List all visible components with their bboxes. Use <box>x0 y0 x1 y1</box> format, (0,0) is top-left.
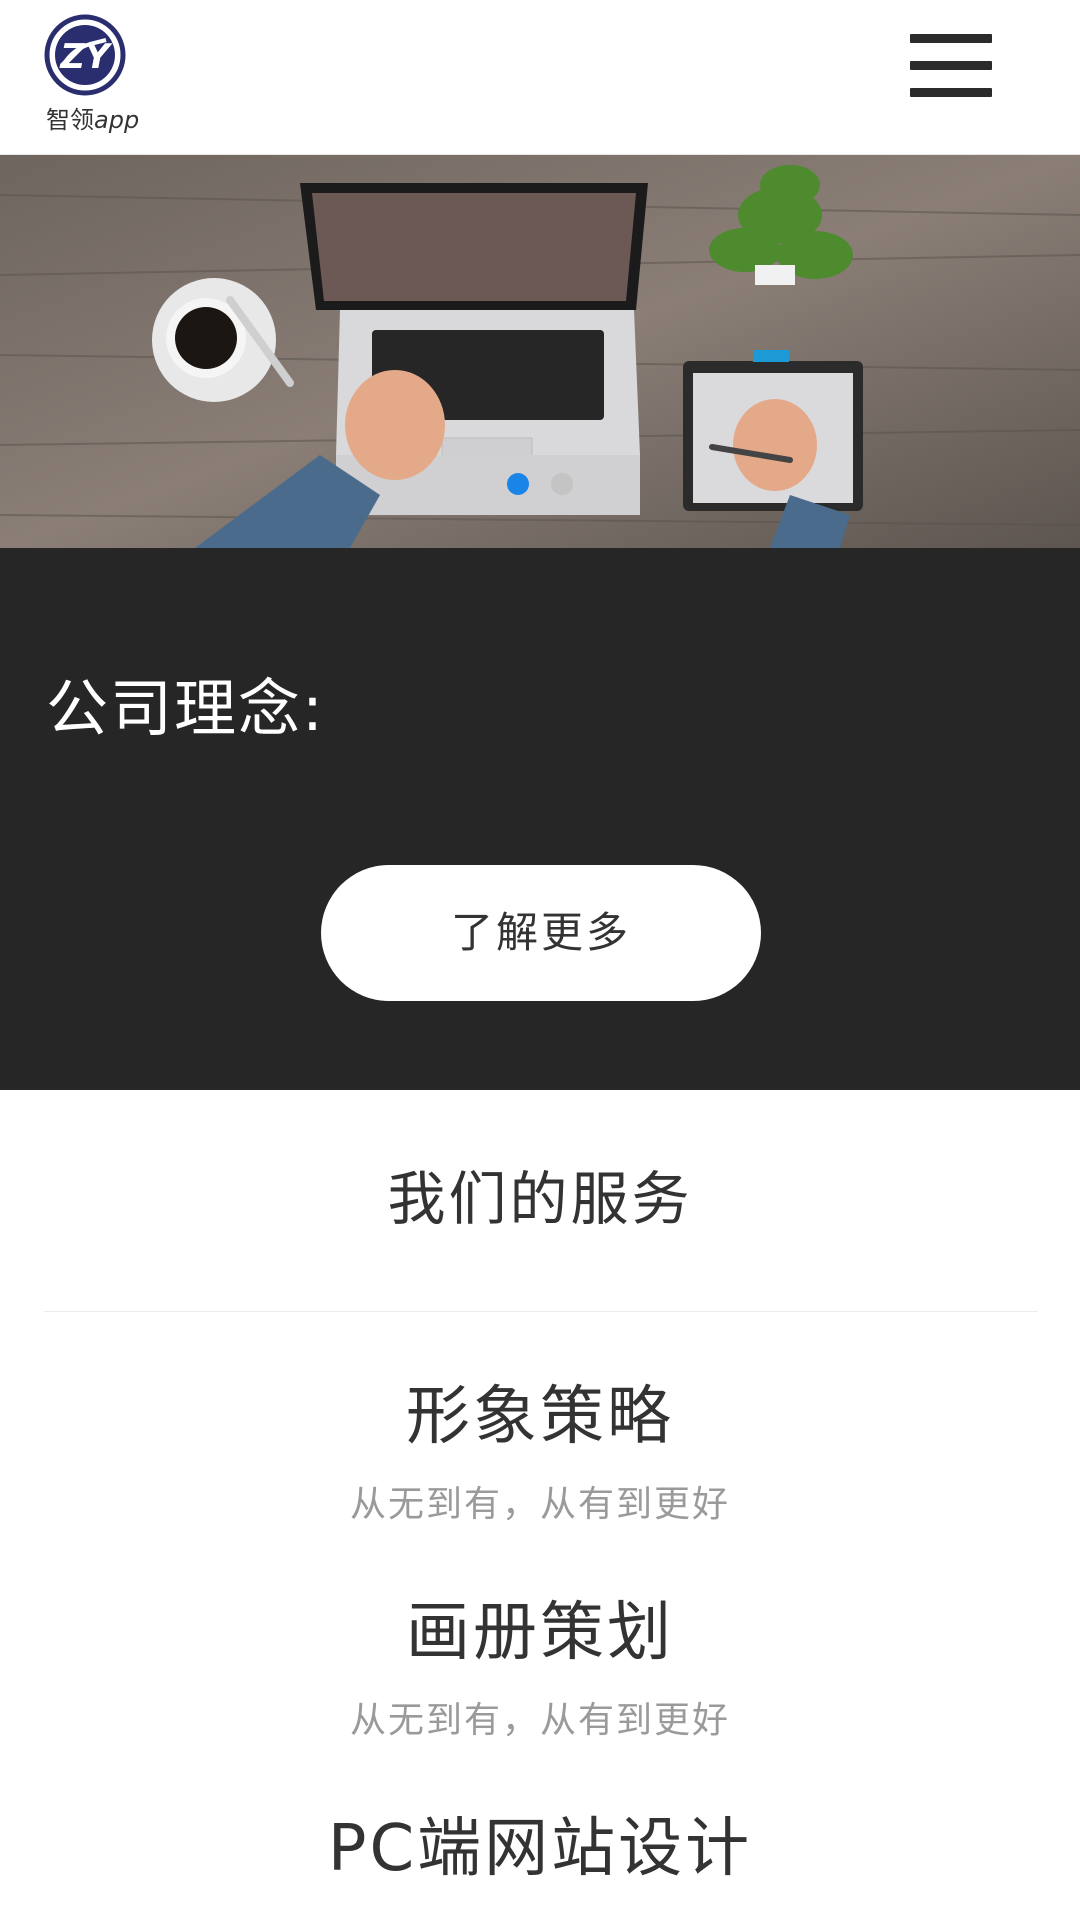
logo-text: 智领app <box>46 100 139 135</box>
learn-more-button[interactable]: 了解更多 <box>321 865 761 1001</box>
service-desc: 从无到有，从有到更好 <box>349 1700 730 1741</box>
menu-line <box>910 34 992 43</box>
service-item-pc-web-design[interactable]: PC端网站设计 <box>0 1809 1080 1889</box>
hero-banner[interactable] <box>0 155 1080 548</box>
service-name: 形象策略 <box>406 1380 674 1454</box>
services-title: 我们的服务 <box>387 1165 693 1233</box>
services-section: 我们的服务 形象策略 从无到有，从有到更好 画册策划 从无到有，从有到更好 PC… <box>0 1090 1080 1921</box>
menu-line <box>910 88 992 97</box>
service-desc: 从无到有，从有到更好 <box>349 1484 730 1525</box>
banner-photo <box>0 155 1080 548</box>
logo[interactable]: ZY 智领app <box>42 14 139 134</box>
divider <box>44 1311 1038 1312</box>
logo-text-cn: 智领 <box>46 106 94 134</box>
hamburger-menu-icon[interactable] <box>908 30 994 102</box>
carousel-dot-2[interactable] <box>551 473 573 495</box>
service-name: PC端网站设计 <box>327 1812 753 1886</box>
menu-line <box>910 61 992 70</box>
carousel-dot-1[interactable] <box>507 473 529 495</box>
site-header: ZY 智领app <box>0 0 1080 155</box>
logo-mark-text: ZY <box>59 37 113 77</box>
service-item-brochure-planning[interactable]: 画册策划 从无到有，从有到更好 <box>0 1593 1080 1743</box>
logo-text-app: app <box>94 106 140 134</box>
logo-mark-icon: ZY <box>44 14 126 96</box>
company-philosophy-section: 公司理念: 了解更多 <box>0 548 1080 1090</box>
service-name: 画册策划 <box>406 1596 674 1670</box>
philosophy-title: 公司理念: <box>46 672 325 745</box>
service-item-brand-strategy[interactable]: 形象策略 从无到有，从有到更好 <box>0 1377 1080 1527</box>
